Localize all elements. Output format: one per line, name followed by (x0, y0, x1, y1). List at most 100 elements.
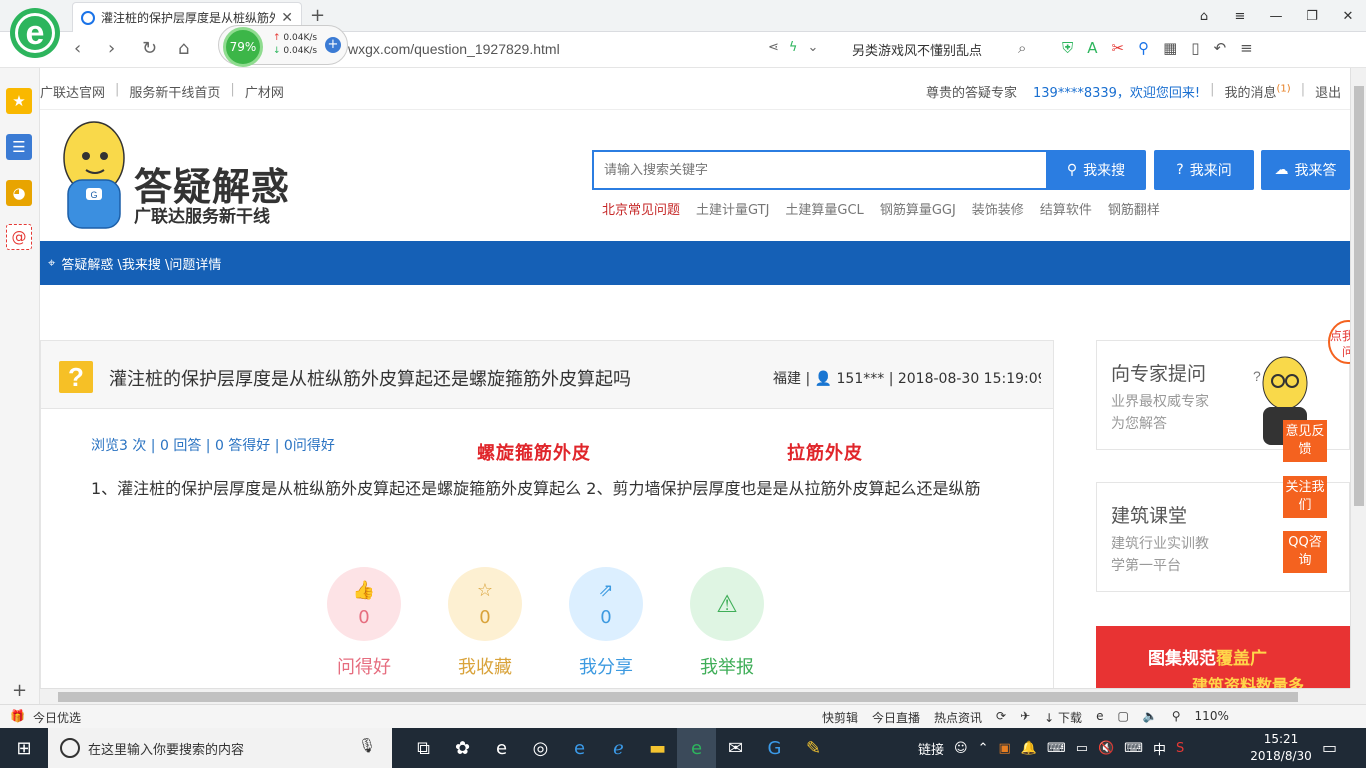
follow-us-button[interactable]: 关注我们 (1283, 476, 1327, 518)
mute-icon[interactable]: 🔇 (1098, 741, 1114, 756)
people-icon[interactable]: ☺ (954, 741, 968, 756)
answer-button[interactable]: ☁ 我来答 (1261, 150, 1350, 190)
new-tab-icon[interactable]: + (310, 5, 325, 26)
today-picks[interactable]: 今日优选 (33, 709, 81, 726)
translate-icon[interactable]: A (1087, 39, 1097, 57)
network-icon[interactable]: ⌨ (1047, 741, 1066, 756)
ie-browser-icon[interactable]: e (482, 728, 521, 768)
live-link[interactable]: 今日直播 (872, 709, 920, 726)
question-user[interactable]: 151*** (837, 371, 885, 387)
pin-icon[interactable]: ✈ (1020, 709, 1030, 726)
keyboard-icon[interactable]: ⌨ (1124, 741, 1143, 756)
promo-banner[interactable]: 图集规范覆盖广 建筑资料数量多 (1096, 626, 1350, 688)
hotword-link[interactable]: 钢筋算量GGJ (880, 199, 956, 218)
hotword-link[interactable]: 结算软件 (1040, 199, 1092, 218)
file-explorer-icon[interactable]: ▬ (638, 728, 677, 768)
scroll-thumb[interactable] (1354, 86, 1364, 506)
zoom-level[interactable]: 110% (1195, 709, 1229, 726)
close-window-icon[interactable]: ✕ (1330, 0, 1366, 32)
taskbar-clock[interactable]: 15:21 2018/8/30 (1246, 731, 1316, 765)
undo-icon[interactable]: ↶ (1214, 39, 1227, 57)
swirl-app-icon[interactable]: ◎ (521, 728, 560, 768)
url-field[interactable]: wxgx.com/question_1927829.html (348, 41, 560, 57)
mascot-logo-icon[interactable]: G (52, 116, 132, 236)
magnifier-icon[interactable]: ⚲ (1138, 39, 1149, 57)
share-action[interactable]: ⇗ 0 我分享 (561, 567, 651, 679)
battery-icon[interactable]: ▭ (1076, 741, 1088, 756)
ie-icon[interactable]: e (1096, 709, 1103, 726)
hotword-link[interactable]: 钢筋翻样 (1108, 199, 1160, 218)
action-center-icon[interactable]: ▭ (1322, 738, 1337, 757)
hot-news-link[interactable]: 热点资讯 (934, 709, 982, 726)
browser-logo-icon[interactable]: e (10, 8, 60, 58)
report-action[interactable]: ⚠ 我举报 (682, 567, 772, 679)
close-tab-icon[interactable]: ✕ (281, 10, 293, 26)
reading-list-icon[interactable]: ☰ (6, 134, 32, 160)
notification-bell-icon[interactable]: 🔔 (1021, 741, 1037, 756)
share-icon[interactable]: ⋖ (768, 40, 779, 55)
edge-browser-icon[interactable]: e (560, 728, 599, 768)
speed-widget[interactable]: 79% ↑ 0.04K/s ↓ 0.04K/s + (218, 25, 348, 67)
scroll-thumb[interactable] (58, 692, 1298, 702)
breadcrumb-text[interactable]: 答疑解惑 \我来搜 \问题详情 (61, 254, 221, 273)
notes-app-icon[interactable]: ✎ (794, 728, 833, 768)
weibo-icon[interactable]: ◕ (6, 180, 32, 206)
ie-app-icon[interactable]: ℯ (599, 728, 638, 768)
zoom-icon[interactable]: ⚲ (1172, 709, 1181, 726)
favorite-action[interactable]: ☆ 0 我收藏 (440, 567, 530, 679)
ime-indicator[interactable]: 中 (1153, 739, 1166, 758)
forward-icon[interactable]: › (108, 38, 115, 59)
app-tray-icon[interactable]: ▣ (998, 741, 1010, 756)
hotword-link[interactable]: 装饰装修 (972, 199, 1024, 218)
glodon-app-icon[interactable]: G (755, 728, 794, 768)
search-input[interactable] (594, 152, 1048, 188)
show-hidden-icon[interactable]: ⌃ (978, 741, 989, 756)
nav-link-glodon[interactable]: 广联达官网 (40, 82, 105, 101)
download-link[interactable]: ↓ 下载 (1044, 709, 1082, 726)
shield-icon[interactable]: ⛨ (1062, 39, 1073, 57)
phone-icon[interactable]: ▯ (1191, 39, 1199, 57)
vertical-scrollbar[interactable] (1350, 68, 1366, 688)
volume-icon[interactable]: 🔈 (1143, 709, 1158, 726)
horizontal-scrollbar[interactable] (40, 688, 1350, 704)
task-view-icon[interactable]: ⧉ (404, 728, 443, 768)
menu-icon[interactable]: ≡ (1222, 0, 1258, 32)
search-button[interactable]: ⚲ 我来搜 (1046, 150, 1146, 190)
logout-link[interactable]: 退出 (1315, 82, 1341, 101)
add-sidebar-icon[interactable]: + (12, 680, 27, 701)
hotword-link[interactable]: 北京常见问题 (602, 199, 680, 218)
hotword-link[interactable]: 土建计量GTJ (696, 199, 769, 218)
my-messages-link[interactable]: 我的消息(1) (1225, 82, 1291, 101)
restore-icon[interactable]: ❐ (1294, 0, 1330, 32)
refresh-icon[interactable]: ⟳ (996, 709, 1006, 726)
refresh-icon[interactable]: ↻ (142, 38, 157, 59)
back-icon[interactable]: ‹ (74, 38, 81, 59)
lightning-icon[interactable]: ϟ (789, 40, 798, 55)
microphone-icon[interactable]: 🎙 (358, 738, 376, 754)
chevron-down-icon[interactable]: ⌄ (807, 40, 818, 55)
more-icon[interactable]: ≡ (1240, 39, 1253, 57)
minimize-icon[interactable]: — (1258, 0, 1294, 32)
windows-start-icon[interactable]: ⊞ (0, 728, 48, 768)
feedback-button[interactable]: 意见反馈 (1283, 420, 1327, 462)
nav-link-service-home[interactable]: 服务新干线首页 (129, 82, 220, 101)
fan-app-icon[interactable]: ✿ (443, 728, 482, 768)
hotword-link[interactable]: 土建算量GCL (785, 199, 863, 218)
grid-icon[interactable]: ▦ (1163, 39, 1177, 57)
speed-plus-icon[interactable]: + (325, 37, 341, 53)
good-question-action[interactable]: 👍 0 问得好 (319, 567, 409, 679)
search-icon[interactable]: ⌕ (1018, 39, 1026, 57)
links-toolbar[interactable]: 链接 (918, 739, 944, 758)
home-icon[interactable]: ⌂ (178, 38, 189, 59)
quick-clip-link[interactable]: 快剪辑 (822, 709, 858, 726)
qq-consult-button[interactable]: QQ咨询 (1283, 531, 1327, 573)
taskbar-search[interactable]: 在这里输入你要搜索的内容 🎙 (48, 728, 392, 768)
mail-icon[interactable]: @ (6, 224, 32, 250)
sogou-icon[interactable]: S (1176, 741, 1184, 756)
shirt-icon[interactable]: ⌂ (1186, 0, 1222, 32)
welcome-user[interactable]: 139****8339，欢迎您回来! (1033, 82, 1200, 101)
nav-link-material[interactable]: 广材网 (245, 82, 284, 101)
mail-app-icon[interactable]: ✉ (716, 728, 755, 768)
ask-button[interactable]: ? 我来问 (1154, 150, 1254, 190)
scissors-icon[interactable]: ✂ (1112, 39, 1125, 57)
